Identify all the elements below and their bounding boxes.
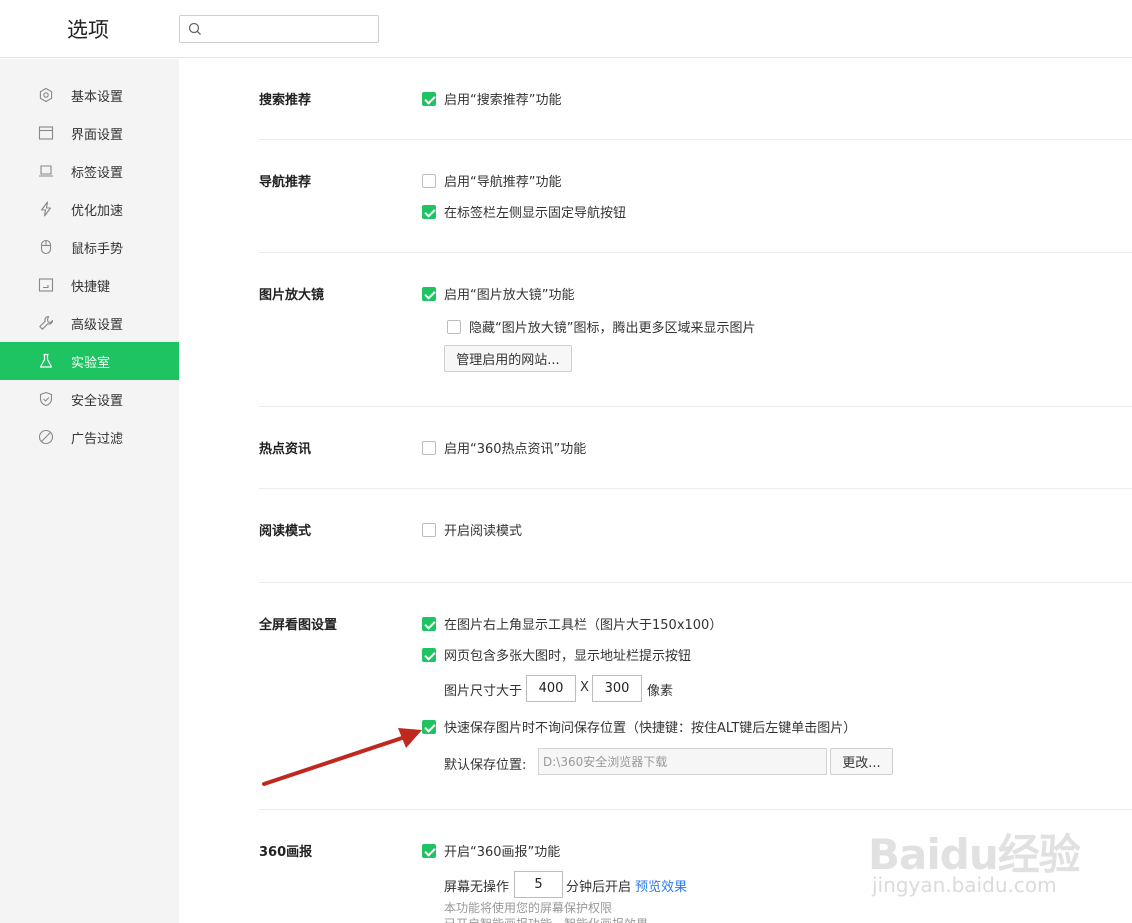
section-title-fullscreen: 全屏看图设置 [259,618,338,633]
sidebar-item-adblock[interactable]: 广告过滤 [0,418,179,456]
checkbox-checked[interactable] [422,843,436,858]
pictorial-note-2: 已开启智能画报功能，智能化画报效果 [444,915,648,923]
change-path-button[interactable]: 更改... [830,748,893,775]
preview-link[interactable]: 预览效果 [635,880,687,895]
gear-icon [39,87,53,103]
divider [259,252,1132,253]
checkbox-checked[interactable] [422,286,436,301]
settings-content: 搜索推荐 启用“搜索推荐”功能 导航推荐 启用“导航推荐”功能 在标签栏左侧显示… [179,59,1132,923]
search-input[interactable] [206,19,374,39]
divider [259,139,1132,140]
save-location-label: 默认保存位置: [444,758,527,773]
block-icon [38,429,54,445]
page-title: 选项 [67,18,109,42]
search-box[interactable] [179,15,379,43]
section-title-pictorial: 360画报 [259,845,313,860]
option-enable-nav-recommend[interactable]: 启用“导航推荐”功能 [422,171,561,190]
sidebar-item-label: 优化加速 [71,204,124,219]
mouse-icon [40,239,52,255]
sidebar-item-lab[interactable]: 实验室 [0,342,179,380]
sidebar-item-label: 标签设置 [71,166,124,181]
flask-icon [39,353,53,368]
sidebar-item-label: 基本设置 [71,90,124,105]
header: 选项 [0,0,1132,58]
option-enable-search-recommend[interactable]: 启用“搜索推荐”功能 [422,89,561,108]
pictorial-note: 本功能将使用您的屏幕保护权限 [444,901,613,915]
window-icon [38,126,54,140]
checkbox-unchecked[interactable] [422,173,436,188]
option-quick-save[interactable]: 快速保存图片时不询问保存位置（快捷键：按住ALT键后左键单击图片） [422,717,856,736]
sidebar-item-label: 安全设置 [71,394,124,409]
sidebar-item-advanced[interactable]: 高级设置 [0,304,179,342]
shield-icon [39,391,53,407]
checkbox-unchecked[interactable] [422,522,436,537]
sidebar-item-security[interactable]: 安全设置 [0,380,179,418]
sidebar-item-label: 广告过滤 [71,432,124,447]
option-enable-hot-news[interactable]: 启用“360热点资讯”功能 [422,438,586,457]
sidebar-item-label: 实验室 [71,356,111,371]
section-title-reading: 阅读模式 [259,524,312,539]
sidebar-item-tabs[interactable]: 标签设置 [0,152,179,190]
option-show-toolbar[interactable]: 在图片右上角显示工具栏（图片大于150x100） [422,614,722,633]
divider [259,488,1132,489]
option-enable-magnifier[interactable]: 启用“图片放大镜”功能 [422,284,574,303]
checkbox-unchecked[interactable] [447,319,461,334]
sidebar-item-shortcuts[interactable]: 快捷键 [0,266,179,304]
manage-sites-button[interactable]: 管理启用的网站... [444,345,572,372]
lightning-icon [40,201,52,217]
sidebar-item-mouse[interactable]: 鼠标手势 [0,228,179,266]
option-enable-pictorial[interactable]: 开启“360画报”功能 [422,841,560,860]
option-hide-magnifier-icon[interactable]: 隐藏“图片放大镜”图标，腾出更多区域来显示图片 [447,317,755,336]
divider [259,406,1132,407]
sidebar-item-interface[interactable]: 界面设置 [0,114,179,152]
section-title-nav-recommend: 导航推荐 [259,175,312,190]
sidebar-item-optimize[interactable]: 优化加速 [0,190,179,228]
tab-icon [39,165,53,177]
section-title-hot-news: 热点资讯 [259,442,312,457]
size-x-label: X [580,680,589,695]
sidebar-item-label: 鼠标手势 [71,242,124,257]
divider [259,582,1132,583]
checkbox-checked[interactable] [422,204,436,219]
option-fixed-nav-button[interactable]: 在标签栏左侧显示固定导航按钮 [422,202,626,221]
checkbox-unchecked[interactable] [422,440,436,455]
height-input[interactable] [592,675,642,702]
idle-label: 屏幕无操作 [444,880,510,895]
wrench-icon [39,315,54,330]
sidebar-item-label: 界面设置 [71,128,124,143]
idle-suffix: 分钟后开启 预览效果 [566,880,688,895]
sidebar-item-basic[interactable]: 基本设置 [0,76,179,114]
sidebar: 基本设置 界面设置 标签设置 优化加速 鼠标手势 快捷键 高级设置 实验室 安全… [0,59,179,923]
width-input[interactable] [526,675,576,702]
red-arrow-annotation [262,728,422,786]
checkbox-checked[interactable] [422,616,436,631]
idle-minutes-input[interactable] [514,871,563,898]
size-label: 图片尺寸大于 [444,684,523,699]
search-icon [188,22,201,35]
save-path-field[interactable] [538,748,827,775]
sidebar-item-label: 高级设置 [71,318,124,333]
option-show-address-hint[interactable]: 网页包含多张大图时，显示地址栏提示按钮 [422,645,691,664]
keyboard-icon [38,278,54,292]
checkbox-checked[interactable] [422,647,436,662]
sidebar-item-label: 快捷键 [71,280,111,295]
baidu-watermark: Baidu经验 jingyan.baidu.com [856,795,1132,905]
section-title-search-recommend: 搜索推荐 [259,93,312,108]
option-reading-mode[interactable]: 开启阅读模式 [422,520,522,539]
watermark-url: jingyan.baidu.com [872,873,1057,897]
section-title-magnifier: 图片放大镜 [259,288,325,303]
pixel-unit-label: 像素 [647,684,674,699]
checkbox-checked[interactable] [422,91,436,106]
